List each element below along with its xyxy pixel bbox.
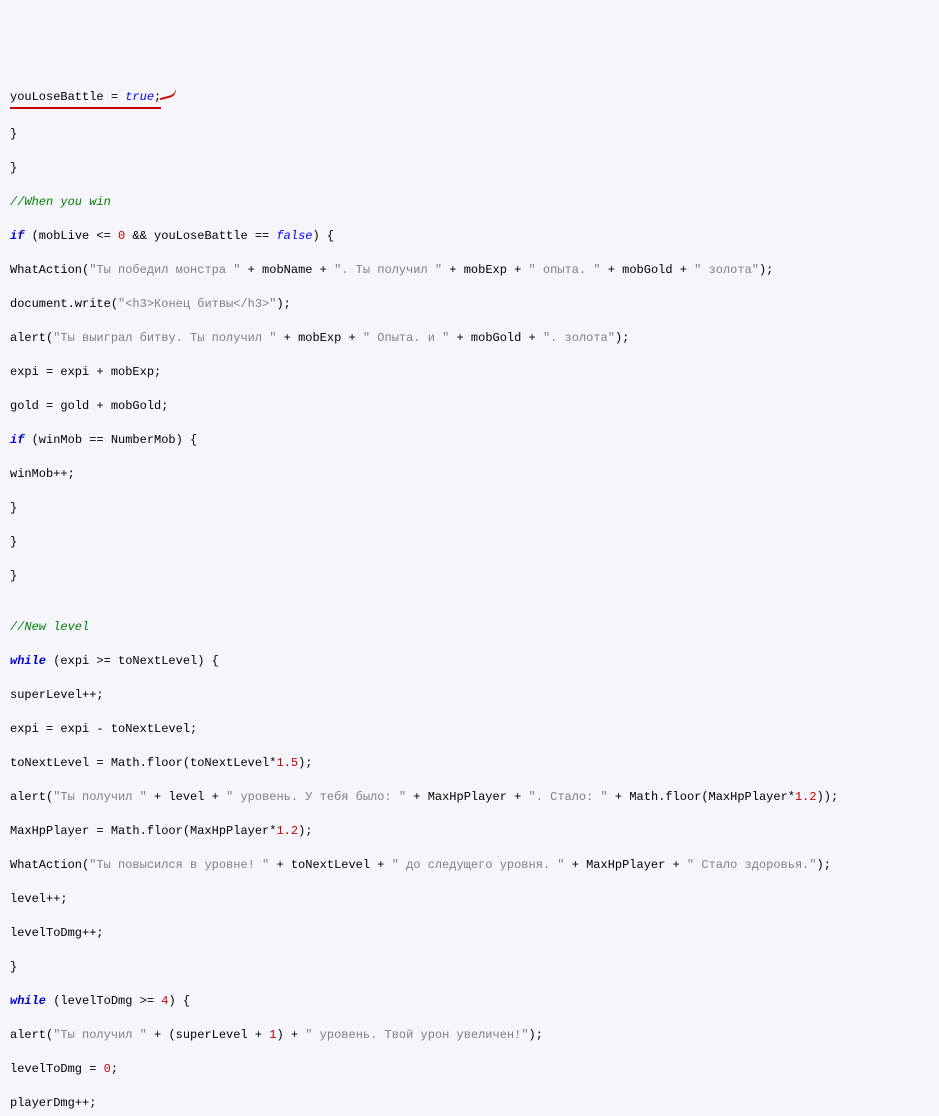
code-line: superLevel++; xyxy=(10,687,929,704)
code-line: alert("Ты получил " + (superLevel + 1) +… xyxy=(10,1027,929,1044)
code-line: playerDmg++; xyxy=(10,1095,929,1112)
code-line: MaxHpPlayer = Math.floor(MaxHpPlayer*1.2… xyxy=(10,823,929,840)
code-line: } xyxy=(10,160,929,177)
code-line: toNextLevel = Math.floor(toNextLevel*1.5… xyxy=(10,755,929,772)
code-line: winMob++; xyxy=(10,466,929,483)
code-line: } xyxy=(10,500,929,517)
code-editor[interactable]: youLoseBattle = true; } } //When you win… xyxy=(10,72,929,1116)
code-line: levelToDmg++; xyxy=(10,925,929,942)
code-line: WhatAction("Ты повысился в уровне! " + t… xyxy=(10,857,929,874)
code-line: alert("Ты получил " + level + " уровень.… xyxy=(10,789,929,806)
code-line: } xyxy=(10,126,929,143)
code-line: youLoseBattle = true; xyxy=(10,89,929,109)
code-line: while (levelToDmg >= 4) { xyxy=(10,993,929,1010)
code-line: document.write("<h3>Конец битвы</h3>"); xyxy=(10,296,929,313)
code-line: if (mobLive <= 0 && youLoseBattle == fal… xyxy=(10,228,929,245)
code-line: levelToDmg = 0; xyxy=(10,1061,929,1078)
code-line: expi = expi - toNextLevel; xyxy=(10,721,929,738)
code-comment: //When you win xyxy=(10,194,929,211)
code-line: gold = gold + mobGold; xyxy=(10,398,929,415)
code-line: if (winMob == NumberMob) { xyxy=(10,432,929,449)
code-line: level++; xyxy=(10,891,929,908)
code-line: expi = expi + mobExp; xyxy=(10,364,929,381)
code-line: } xyxy=(10,534,929,551)
code-line: WhatAction("Ты победил монстра " + mobNa… xyxy=(10,262,929,279)
code-line: } xyxy=(10,568,929,585)
code-line: alert("Ты выиграл битву. Ты получил " + … xyxy=(10,330,929,347)
code-line: while (expi >= toNextLevel) { xyxy=(10,653,929,670)
code-comment: //New level xyxy=(10,619,929,636)
code-line: } xyxy=(10,959,929,976)
